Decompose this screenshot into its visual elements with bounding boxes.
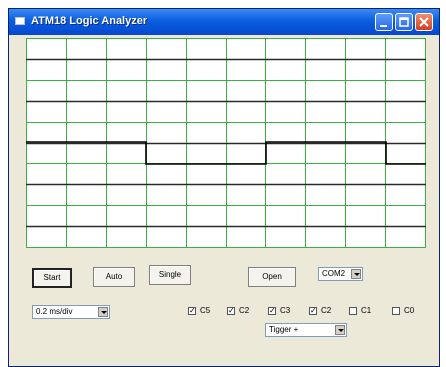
channel-label: C0 [404,306,415,315]
channel-label: C1 [361,306,372,315]
checkbox-box[interactable] [392,307,400,315]
auto-button[interactable]: Auto [93,267,135,287]
single-button[interactable]: Single [149,265,191,285]
trigger-value: Tigger + [269,325,299,334]
com-port-select[interactable]: COM2 [318,267,363,281]
chevron-down-icon[interactable] [98,307,108,317]
close-icon [419,17,429,27]
scope-grid [26,38,426,248]
chevron-down-icon[interactable] [335,325,345,335]
chevron-down-icon[interactable] [351,269,361,279]
checkbox-box[interactable]: ✓ [268,307,276,315]
checkbox-box[interactable]: ✓ [227,307,235,315]
channel-label: C5 [200,306,211,315]
window-title: ATM18 Logic Analyzer [31,15,148,27]
minimize-button[interactable] [375,13,393,31]
start-button[interactable]: Start [32,268,72,288]
open-button[interactable]: Open [248,267,296,287]
channel-label: C3 [280,306,291,315]
checkbox-box[interactable] [349,307,357,315]
timebase-value: 0.2 ms/div [36,307,73,316]
channel-label: C2 [321,306,332,315]
timebase-select[interactable]: 0.2 ms/div [32,305,110,319]
com-port-value: COM2 [322,269,346,278]
maximize-icon [399,17,409,27]
logic-scope-display [26,38,426,248]
title-bar[interactable]: ATM18 Logic Analyzer [9,9,439,35]
checkbox-box[interactable]: ✓ [188,307,196,315]
trigger-select[interactable]: Tigger + [265,323,347,337]
checkbox-box[interactable]: ✓ [309,307,317,315]
close-button[interactable] [415,13,433,31]
minimize-icon [380,25,387,27]
maximize-button[interactable] [395,13,413,31]
app-icon[interactable] [15,17,25,25]
channel-label: C2 [239,306,250,315]
